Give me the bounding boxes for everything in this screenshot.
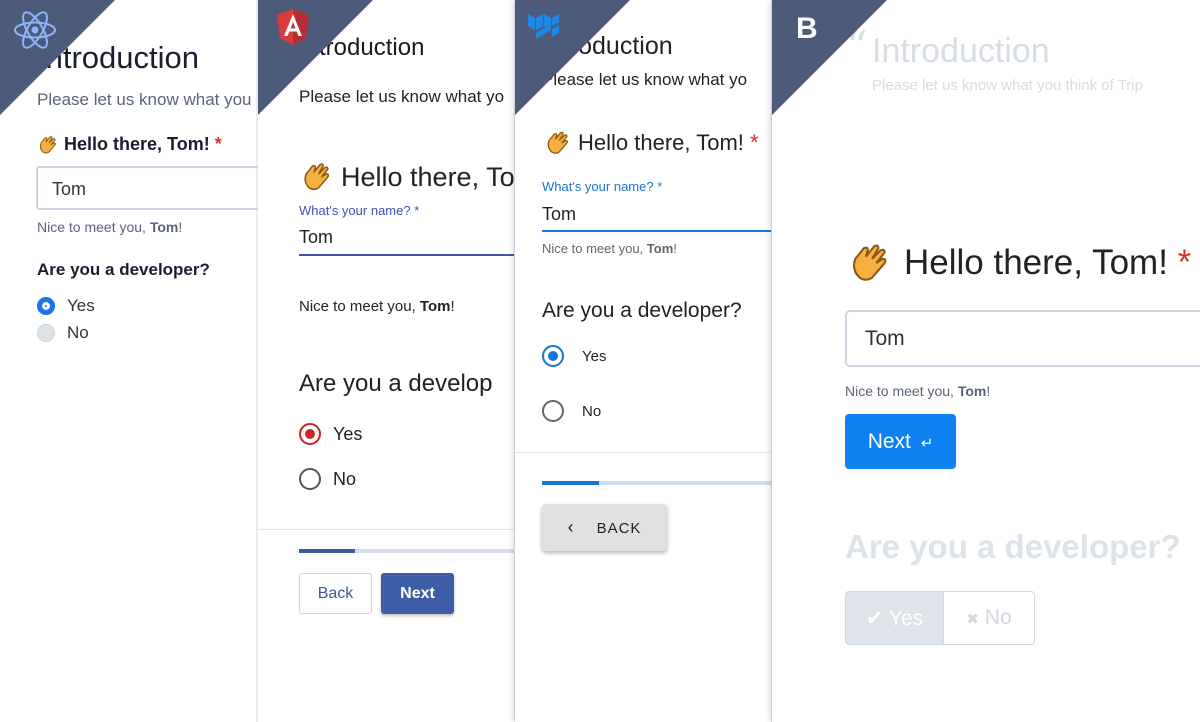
greeting-suffix: ! [986, 383, 991, 399]
radio-yes-label: Yes [67, 296, 95, 315]
radio-yes-control[interactable] [542, 345, 564, 367]
radio-no-control[interactable] [542, 400, 564, 422]
radio-no-control[interactable] [299, 468, 321, 490]
hello-heading: Hello there, Tom! * [904, 243, 1191, 283]
greeting-prefix: Nice to meet you, [845, 383, 958, 399]
back-button[interactable]: Back [299, 573, 372, 614]
next-button[interactable]: Next ↵ [845, 414, 956, 469]
hello-text: Hello there, Tom! [64, 134, 210, 154]
radio-yes[interactable]: Yes [542, 345, 606, 367]
bootstrap-logo: B [796, 12, 818, 45]
radio-no[interactable]: No [37, 323, 89, 343]
radio-no-label: No [582, 402, 602, 420]
hello-text: Hello there, Tom! [904, 243, 1168, 282]
developer-question: Are you a developer? [37, 260, 210, 279]
radio-yes[interactable]: Yes [299, 423, 362, 445]
greeting-name: Tom [646, 241, 674, 256]
progress-bar [299, 549, 355, 553]
greeting-name: Tom [419, 298, 451, 315]
progress-bar [542, 481, 600, 485]
corner-ribbon [772, 0, 887, 115]
next-label: Next [867, 429, 911, 453]
radio-yes-label: Yes [582, 347, 607, 365]
name-input[interactable]: Tom [299, 227, 333, 248]
name-question: Hello there, Tom! * [37, 134, 222, 156]
waving-hand-icon [547, 131, 568, 154]
hello-text: Hello there, Tom! [578, 130, 744, 155]
back-label: BACK [596, 520, 642, 537]
required-mark: * [1177, 243, 1192, 282]
x-icon: ✖ [966, 611, 979, 628]
greeting-suffix: ! [673, 241, 677, 256]
required-mark: * [214, 134, 222, 154]
greeting-prefix: Nice to meet you, [37, 219, 150, 235]
radio-no-label: No [67, 323, 89, 342]
name-input[interactable]: Tom [542, 204, 576, 225]
no-label: No [984, 606, 1012, 629]
radio-yes-control[interactable] [299, 423, 321, 445]
name-input-underline [542, 230, 771, 232]
divider [258, 529, 514, 530]
greeting-text: Nice to meet you, Tom! [299, 298, 455, 315]
next-button[interactable]: Next [381, 573, 454, 614]
hello-heading: Hello there, To [341, 162, 515, 192]
greeting-suffix: ! [178, 219, 183, 235]
yes-label: Yes [888, 606, 924, 630]
developer-question: Are you a developer? [542, 299, 742, 322]
back-button[interactable]: ‹ BACK [542, 504, 667, 551]
check-icon: ✔ [865, 606, 884, 630]
greeting-suffix: ! [450, 298, 455, 315]
chevron-left-icon: ‹ [567, 517, 575, 537]
enter-key-icon: ↵ [920, 434, 934, 452]
developer-question: Are you a develop [299, 370, 493, 397]
radio-yes-control[interactable] [37, 297, 55, 315]
radio-no-label: No [333, 468, 357, 489]
yes-button[interactable]: ✔ Yes [845, 591, 944, 645]
hello-heading: Hello there, Tom! * [578, 130, 759, 156]
radio-no[interactable]: No [299, 468, 356, 490]
developer-question: Are you a developer? [845, 528, 1181, 565]
mui-logo-icon [528, 14, 559, 39]
name-field-label: What's your name? * [542, 179, 663, 194]
angular-logo-icon [277, 9, 309, 45]
waving-hand-icon [39, 136, 56, 154]
no-button[interactable]: ✖ No [943, 591, 1035, 645]
greeting-prefix: Nice to meet you, [299, 298, 420, 315]
required-mark: * [750, 130, 759, 155]
greeting-text: Nice to meet you, Tom! [37, 219, 182, 235]
greeting-name: Tom [149, 219, 179, 235]
greeting-prefix: Nice to meet you, [542, 241, 647, 256]
react-logo-icon [14, 11, 56, 49]
radio-yes-label: Yes [333, 423, 363, 444]
divider [515, 452, 771, 453]
name-input[interactable]: Tom [845, 310, 1200, 367]
name-input[interactable]: Tom [36, 166, 276, 210]
page-subtitle: Please let us know what you think of Tri… [872, 77, 1143, 94]
page-title: Introduction [872, 32, 1050, 70]
name-field-label: What's your name? * [299, 203, 420, 218]
radio-no[interactable]: No [542, 400, 601, 422]
radio-no-control[interactable] [37, 324, 55, 342]
waving-hand-icon [304, 163, 330, 191]
greeting-text: Nice to meet you, Tom! [845, 383, 990, 399]
greeting-name: Tom [957, 383, 987, 399]
waving-hand-icon [852, 244, 887, 281]
radio-yes[interactable]: Yes [37, 296, 95, 316]
greeting-text: Nice to meet you, Tom! [542, 241, 677, 256]
name-input-underline [299, 254, 514, 256]
